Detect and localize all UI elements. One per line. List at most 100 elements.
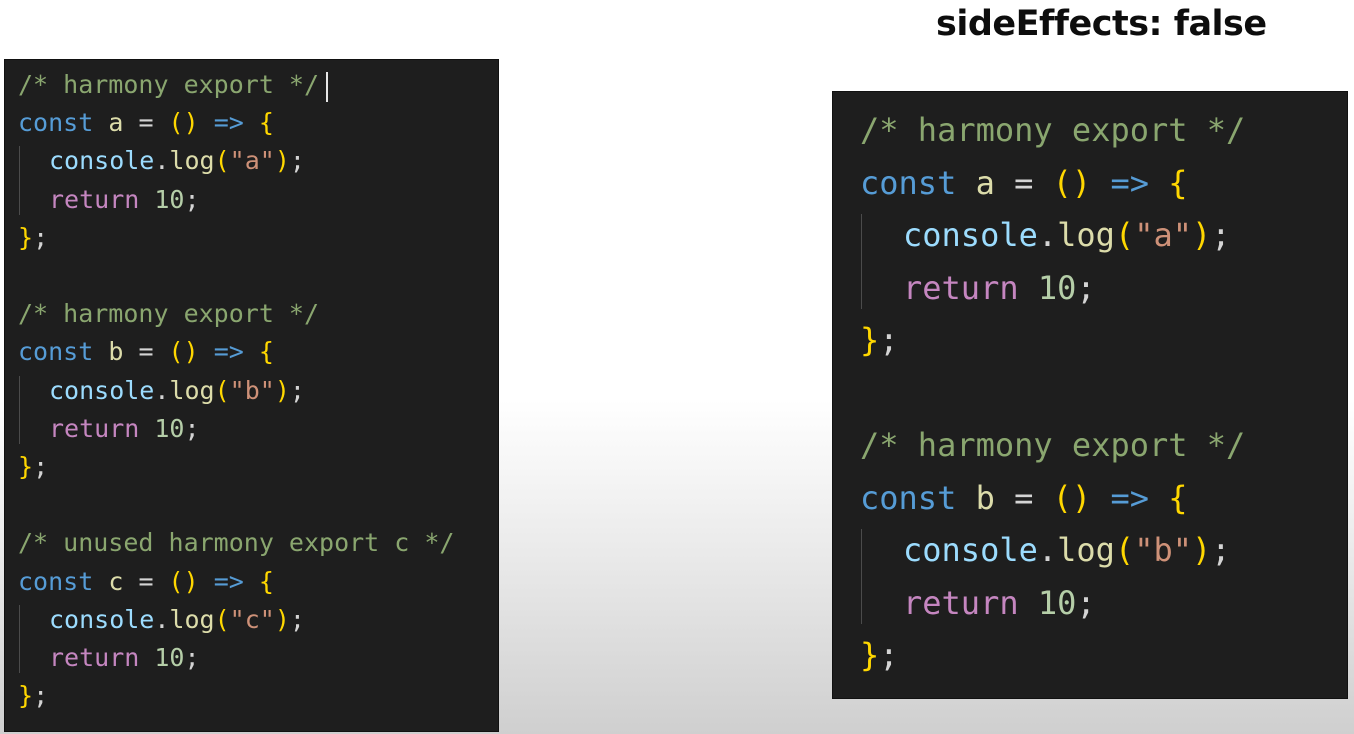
const-declaration-line: const a = () => { bbox=[18, 104, 274, 142]
string-quote: " bbox=[229, 375, 245, 405]
keyword-const: const bbox=[18, 337, 94, 367]
semicolon: ; bbox=[289, 146, 305, 176]
semicolon: ; bbox=[184, 413, 200, 443]
log-function: log bbox=[1057, 216, 1115, 254]
keyword-const: const bbox=[860, 478, 957, 517]
string-literal: b bbox=[1153, 531, 1173, 569]
operator-assign: = bbox=[994, 478, 1053, 517]
operator-assign: = bbox=[123, 337, 169, 367]
string-quote: " bbox=[1172, 216, 1192, 254]
paren-open: ( bbox=[168, 566, 184, 596]
dot-operator: . bbox=[1037, 531, 1058, 569]
arrow-operator: => bbox=[198, 566, 259, 596]
brace-close: } bbox=[860, 636, 880, 674]
semicolon: ; bbox=[289, 375, 305, 405]
indent-guide bbox=[861, 214, 862, 309]
paren-open: ( bbox=[214, 146, 230, 176]
string-quote: " bbox=[229, 146, 245, 176]
const-declaration-line: const b = () => { bbox=[18, 333, 274, 371]
paren-close: ) bbox=[1191, 216, 1212, 254]
semicolon: ; bbox=[33, 681, 49, 711]
string-literal: a bbox=[244, 146, 260, 176]
log-function: log bbox=[169, 604, 215, 634]
const-declaration-line: const b = () => { bbox=[860, 472, 1188, 524]
brace-close: } bbox=[18, 452, 34, 481]
return-line: return 10; bbox=[18, 181, 200, 219]
indent-guide bbox=[861, 529, 862, 624]
operator-assign: = bbox=[123, 566, 169, 596]
return-line: return 10; bbox=[860, 262, 1096, 314]
string-quote: " bbox=[229, 604, 245, 634]
paren-close: ) bbox=[274, 146, 290, 176]
arrow-operator: => bbox=[198, 108, 259, 138]
dot-operator: . bbox=[154, 375, 170, 405]
code-comment: /* unused harmony export c */ bbox=[18, 528, 455, 558]
paren-open: ( bbox=[168, 108, 184, 138]
closing-brace-line: }; bbox=[860, 314, 899, 366]
semicolon: ; bbox=[1076, 268, 1096, 307]
side-effects-heading: sideEffects: false bbox=[936, 4, 1267, 44]
closing-brace-line: }; bbox=[18, 219, 48, 257]
code-editor-left[interactable]: /* harmony export */const a = () => {con… bbox=[4, 59, 499, 732]
brace-open: { bbox=[258, 337, 274, 367]
semicolon: ; bbox=[184, 184, 200, 214]
code-comment: /* harmony export */ bbox=[18, 70, 320, 99]
semicolon: ; bbox=[879, 321, 899, 359]
semicolon: ; bbox=[289, 604, 305, 634]
console-object: console bbox=[903, 531, 1038, 569]
const-declaration-line: const a = () => { bbox=[860, 157, 1188, 209]
string-literal: c bbox=[244, 604, 260, 634]
identifier-name: b bbox=[975, 478, 995, 517]
return-value: 10 bbox=[154, 184, 185, 214]
paren-open: ( bbox=[1114, 216, 1135, 254]
keyword-return: return bbox=[49, 643, 140, 672]
console-log-line: console.log("c"); bbox=[18, 601, 305, 639]
log-function: log bbox=[1057, 531, 1115, 569]
code-editor-right[interactable]: /* harmony export */const a = () => {con… bbox=[832, 91, 1348, 699]
comment-line: /* unused harmony export c */ bbox=[18, 524, 455, 562]
console-object: console bbox=[903, 216, 1038, 254]
return-value: 10 bbox=[154, 413, 185, 443]
keyword-const: const bbox=[860, 163, 957, 202]
return-line: return 10; bbox=[860, 577, 1096, 629]
log-function: log bbox=[169, 146, 215, 176]
paren-open: ( bbox=[214, 375, 230, 405]
console-object: console bbox=[49, 604, 155, 634]
comment-line: /* harmony export */ bbox=[860, 419, 1245, 471]
brace-close: } bbox=[18, 222, 34, 252]
identifier-name: b bbox=[108, 337, 124, 367]
code-comment: /* harmony export */ bbox=[860, 426, 1246, 464]
semicolon: ; bbox=[1211, 216, 1231, 254]
return-value: 10 bbox=[154, 643, 185, 672]
keyword-return: return bbox=[49, 184, 140, 214]
paren-open: ( bbox=[214, 604, 230, 634]
string-literal: b bbox=[244, 375, 260, 405]
paren-close: ) bbox=[1071, 163, 1092, 202]
arrow-operator: => bbox=[1091, 163, 1169, 202]
dot-operator: . bbox=[1037, 216, 1058, 254]
console-log-line: console.log("a"); bbox=[860, 209, 1231, 261]
string-literal: a bbox=[1153, 216, 1173, 254]
const-declaration-line: const c = () => { bbox=[18, 563, 274, 601]
code-comment: /* harmony export */ bbox=[18, 299, 320, 329]
brace-open: { bbox=[1168, 478, 1188, 517]
keyword-return: return bbox=[49, 413, 140, 443]
indent-guide bbox=[19, 146, 20, 215]
brace-close: } bbox=[18, 681, 34, 711]
keyword-return: return bbox=[903, 268, 1019, 307]
paren-close: ) bbox=[1071, 478, 1092, 517]
paren-open: ( bbox=[168, 337, 184, 367]
string-quote: " bbox=[1134, 531, 1154, 569]
operator-assign: = bbox=[123, 108, 169, 138]
keyword-const: const bbox=[18, 566, 94, 596]
string-quote: " bbox=[1172, 531, 1192, 569]
brace-open: { bbox=[258, 566, 274, 596]
text-cursor bbox=[326, 72, 328, 102]
semicolon: ; bbox=[1211, 531, 1231, 569]
indent-guide bbox=[19, 604, 20, 674]
semicolon: ; bbox=[879, 636, 899, 674]
brace-close: } bbox=[860, 321, 880, 359]
paren-close: ) bbox=[183, 337, 199, 367]
identifier-name: c bbox=[108, 566, 124, 596]
semicolon: ; bbox=[1076, 583, 1096, 622]
